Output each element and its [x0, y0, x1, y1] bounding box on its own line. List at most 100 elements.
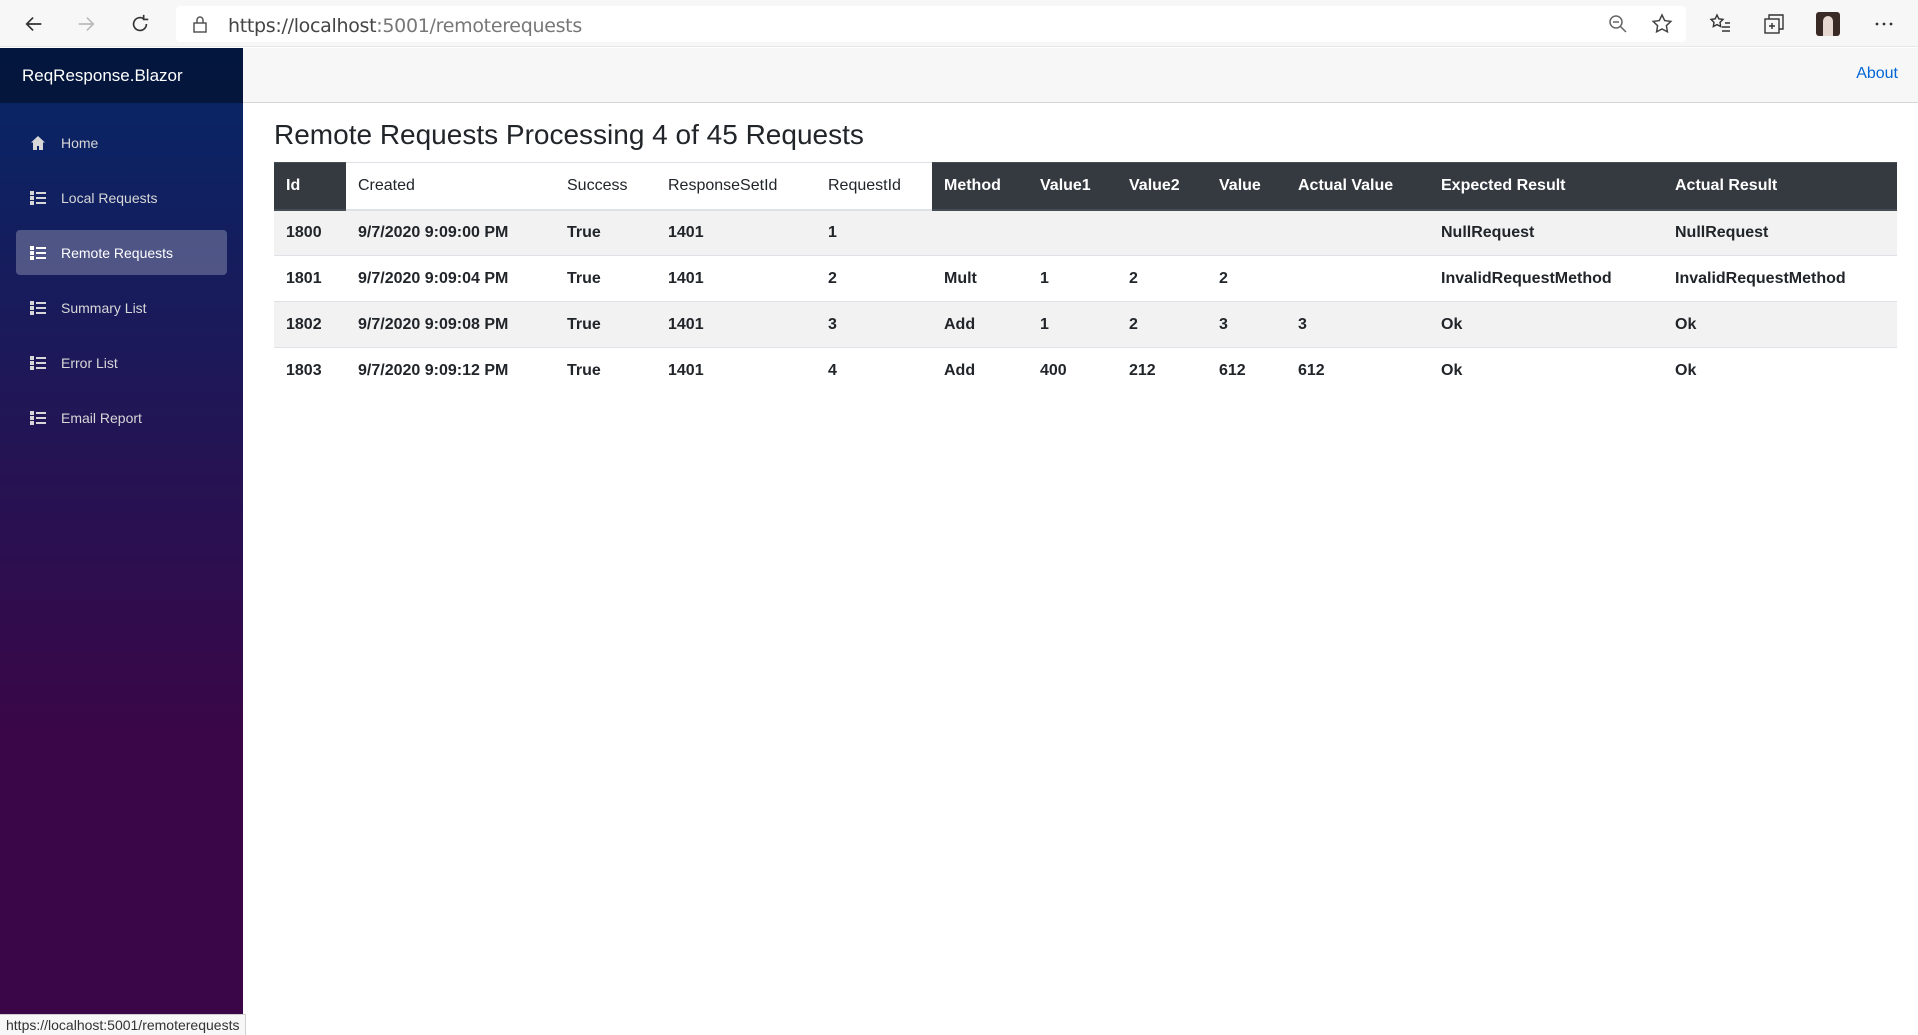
browser-toolbar: https://localhost:5001/remoterequests [0, 0, 1918, 47]
cell-requestid: 3 [816, 301, 932, 348]
col-header-responsesetid: ResponseSetId [656, 162, 816, 211]
col-header-requestid: RequestId [816, 162, 932, 211]
cell-expected-result: Ok [1429, 347, 1663, 394]
col-header-id: Id [274, 162, 346, 211]
sidebar-item-email-report[interactable]: Email Report [16, 395, 227, 440]
top-row: About [243, 48, 1918, 103]
main-content: Remote Requests Processing 4 of 45 Reque… [274, 103, 1898, 394]
cell-actual-value [1286, 255, 1429, 302]
cell-actual-result: Ok [1663, 347, 1897, 394]
refresh-button[interactable] [124, 8, 156, 40]
sidebar-item-label: Local Requests [61, 189, 158, 206]
more-menu-icon[interactable] [1872, 12, 1896, 36]
cell-success: True [555, 255, 656, 302]
forward-button[interactable] [70, 8, 102, 40]
cell-value2: 2 [1117, 255, 1207, 302]
lock-icon [193, 16, 207, 33]
list-icon [29, 354, 47, 372]
col-header-value2: Value2 [1117, 162, 1207, 211]
cell-responsesetid: 1401 [656, 209, 816, 256]
cell-created: 9/7/2020 9:09:08 PM [346, 301, 555, 348]
sidebar-item-remote-requests[interactable]: Remote Requests [16, 230, 227, 275]
table-row: 1801 9/7/2020 9:09:04 PM True 1401 2 Mul… [274, 255, 1897, 302]
back-arrow-icon [25, 16, 42, 32]
cell-responsesetid: 1401 [656, 255, 816, 302]
cell-responsesetid: 1401 [656, 301, 816, 348]
sidebar-item-label: Error List [61, 354, 118, 371]
cell-success: True [555, 209, 656, 256]
table-row: 1800 9/7/2020 9:09:00 PM True 1401 1 Nul… [274, 209, 1897, 256]
favorites-list-icon[interactable] [1708, 12, 1732, 36]
cell-actual-result: InvalidRequestMethod [1663, 255, 1897, 302]
cell-value2: 212 [1117, 347, 1207, 394]
cell-value [1207, 209, 1286, 256]
cell-responsesetid: 1401 [656, 347, 816, 394]
col-header-method: Method [932, 162, 1028, 211]
cell-success: True [555, 347, 656, 394]
sidebar-item-label: Summary List [61, 299, 147, 316]
cell-id: 1803 [274, 347, 346, 394]
list-icon [29, 189, 47, 207]
table-row: 1802 9/7/2020 9:09:08 PM True 1401 3 Add… [274, 301, 1897, 348]
cell-actual-value [1286, 209, 1429, 256]
cell-method: Mult [932, 255, 1028, 302]
cell-created: 9/7/2020 9:09:00 PM [346, 209, 555, 256]
back-button[interactable] [18, 8, 50, 40]
cell-requestid: 1 [816, 209, 932, 256]
cell-value1: 1 [1028, 301, 1117, 348]
cell-actual-value: 3 [1286, 301, 1429, 348]
profile-avatar[interactable] [1816, 12, 1840, 36]
home-icon [29, 134, 47, 152]
cell-success: True [555, 301, 656, 348]
page-title: Remote Requests Processing 4 of 45 Reque… [274, 119, 864, 150]
address-bar[interactable]: https://localhost:5001/remoterequests [176, 6, 1686, 42]
cell-actual-result: NullRequest [1663, 209, 1897, 256]
sidebar-item-summary-list[interactable]: Summary List [16, 285, 227, 330]
cell-value1: 400 [1028, 347, 1117, 394]
sidebar-item-home[interactable]: Home [16, 120, 227, 165]
sidebar-item-error-list[interactable]: Error List [16, 340, 227, 385]
cell-value: 2 [1207, 255, 1286, 302]
url-text: https://localhost:5001/remoterequests [228, 15, 582, 37]
cell-expected-result: InvalidRequestMethod [1429, 255, 1663, 302]
list-icon [29, 409, 47, 427]
list-icon [29, 244, 47, 262]
table-row: 1803 9/7/2020 9:09:12 PM True 1401 4 Add… [274, 347, 1897, 394]
forward-arrow-icon [78, 16, 95, 32]
cell-method: Add [932, 301, 1028, 348]
requests-table: Id Created Success ResponseSetId Request… [274, 162, 1897, 394]
sidebar-item-label: Remote Requests [61, 244, 174, 261]
brand-bar: ReqResponse.Blazor [0, 48, 243, 103]
list-icon [29, 299, 47, 317]
cell-value: 612 [1207, 347, 1286, 394]
favorite-star-icon[interactable] [1650, 12, 1674, 36]
col-header-value1: Value1 [1028, 162, 1117, 211]
cell-id: 1802 [274, 301, 346, 348]
col-header-value: Value [1207, 162, 1286, 211]
cell-value1 [1028, 209, 1117, 256]
status-bar-url: https://localhost:5001/remoterequests [0, 1014, 247, 1035]
cell-value2: 2 [1117, 301, 1207, 348]
col-header-actual-value: Actual Value [1286, 162, 1429, 211]
zoom-icon[interactable] [1606, 12, 1630, 36]
url-host: https://localhost [228, 15, 377, 37]
col-header-created: Created [346, 162, 555, 211]
app-brand[interactable]: ReqResponse.Blazor [22, 66, 183, 86]
collections-icon[interactable] [1762, 12, 1786, 36]
sidebar: ReqResponse.Blazor Home Local Requests R… [0, 48, 243, 1035]
col-header-success: Success [555, 162, 656, 211]
cell-value: 3 [1207, 301, 1286, 348]
cell-created: 9/7/2020 9:09:12 PM [346, 347, 555, 394]
sidebar-item-local-requests[interactable]: Local Requests [16, 175, 227, 220]
col-header-actual-result: Actual Result [1663, 162, 1897, 211]
table-header-row: Id Created Success ResponseSetId Request… [274, 162, 1897, 211]
cell-method: Add [932, 347, 1028, 394]
cell-value1: 1 [1028, 255, 1117, 302]
col-header-expected-result: Expected Result [1429, 162, 1663, 211]
cell-method [932, 209, 1028, 256]
refresh-icon [132, 14, 149, 32]
cell-value2 [1117, 209, 1207, 256]
about-link[interactable]: About [1856, 65, 1898, 83]
cell-requestid: 4 [816, 347, 932, 394]
cell-expected-result: NullRequest [1429, 209, 1663, 256]
